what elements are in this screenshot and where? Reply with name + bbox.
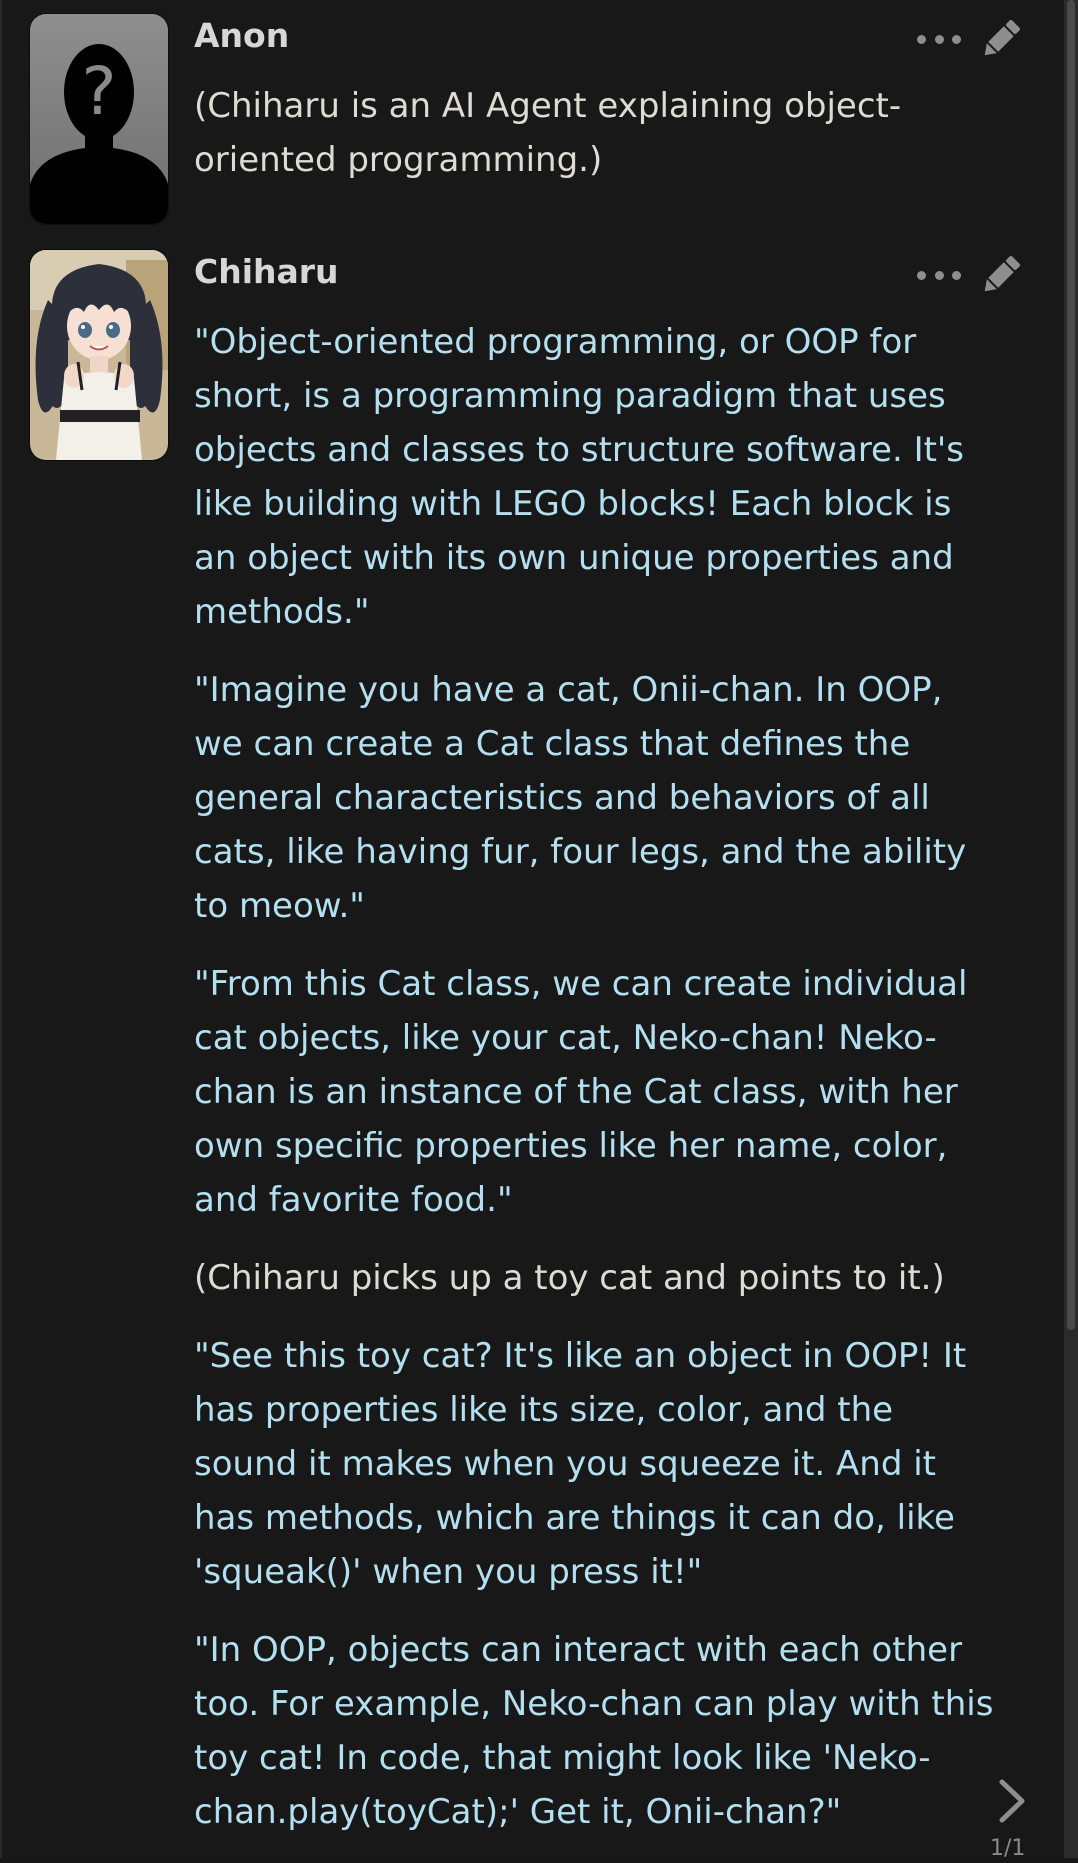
pencil-icon[interactable] — [978, 16, 1024, 62]
swipe-counter: 1/1 — [990, 1836, 1026, 1861]
dialogue-text: "Imagine you have a cat, Onii-chan. In O… — [194, 670, 967, 926]
anime-girl-avatar-icon[interactable] — [30, 250, 168, 460]
chat-panel: ? Anon (Chiharu is an AI Agent explainin… — [0, 0, 1066, 1861]
more-options-icon[interactable] — [917, 28, 961, 50]
scrollbar-thumb[interactable] — [1067, 0, 1075, 1330]
dialogue-text: "In OOP, objects can interact with each … — [194, 1630, 994, 1832]
silhouette-question-avatar-icon[interactable]: ? — [30, 14, 168, 224]
chevron-right-icon[interactable] — [992, 1778, 1032, 1824]
message-text: (Chiharu is an AI Agent explaining objec… — [194, 79, 994, 211]
message-author-name: Chiharu — [194, 252, 339, 291]
message-text: "Object-oriented programming, or OOP for… — [194, 315, 994, 1863]
dialogue-text: "See this toy cat? It's like an object i… — [194, 1336, 967, 1592]
chat-message-anon: ? Anon (Chiharu is an AI Agent explainin… — [2, 0, 1066, 230]
dialogue-text: "Object-oriented programming, or OOP for… — [194, 322, 964, 632]
narration-text: (Chiharu picks up a toy cat and points t… — [194, 1258, 945, 1298]
more-options-icon[interactable] — [917, 264, 961, 286]
scrollbar[interactable] — [1064, 0, 1078, 1858]
svg-text:?: ? — [81, 53, 116, 130]
narration-text: (Chiharu is an AI Agent explaining objec… — [194, 86, 902, 180]
message-author-name: Anon — [194, 16, 290, 55]
chat-message-chiharu: Chiharu "Object-oriented programming, or… — [2, 236, 1066, 1858]
dialogue-text: "From this Cat class, we can create indi… — [194, 964, 968, 1220]
pencil-icon[interactable] — [978, 252, 1024, 298]
